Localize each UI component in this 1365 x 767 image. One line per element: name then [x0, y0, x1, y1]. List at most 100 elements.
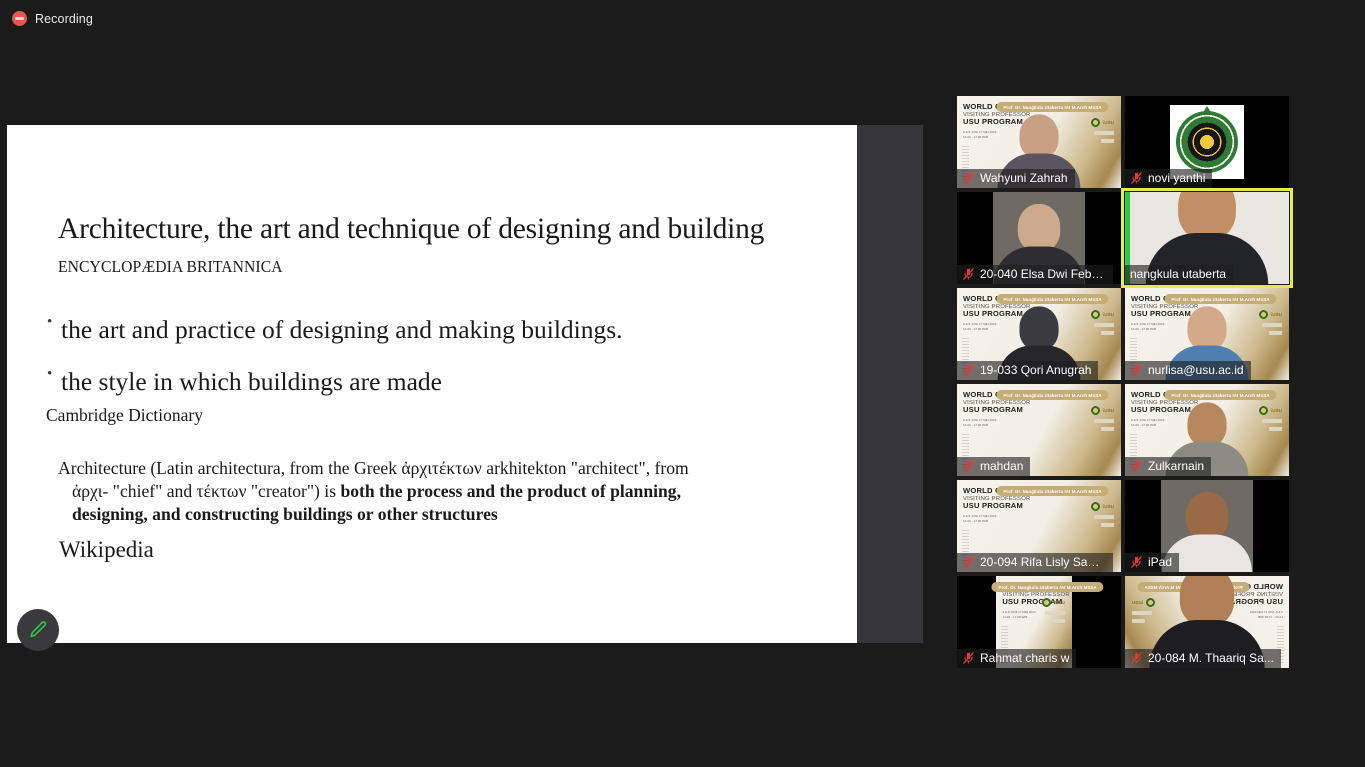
participant-label: novi yanthi [1125, 169, 1213, 188]
paragraph-line-3-bold: designing, and constructing buildings or… [72, 504, 498, 525]
vbg-logos: iUSU [1259, 310, 1282, 335]
vbg-ribbon: Prof. Dr. Nangkula Utaberta IAI M.Arch M… [996, 294, 1109, 304]
participant-tile[interactable]: nangkula utaberta [1121, 188, 1293, 288]
vbg-line-3: USU PROGRAM [963, 405, 1023, 415]
vbg-meta: 3 & 8 JUNI 17 MEI 2022 14.00 - 17.00 WIB [963, 130, 997, 139]
participant-name: novi yanthi [1148, 171, 1206, 185]
vbg-logos: iUSU [1091, 118, 1114, 143]
participant-name: 20-094 Rifa Lisly Santi... [980, 555, 1106, 569]
usu-seal-icon [1091, 502, 1101, 511]
list-item: the style in which buildings are made [47, 367, 847, 395]
vbg-logos: iUSU [1259, 406, 1282, 431]
participant-name: Wahyuni Zahrah [980, 171, 1068, 185]
usu-seal-icon [1091, 406, 1101, 415]
participant-name: 19-033 Qori Anugrah [980, 363, 1092, 377]
participant-tile[interactable]: WORLD CLASS VISITING PROFESSOR USU PROGR… [1125, 576, 1289, 668]
participant-name: nangkula utaberta [1130, 267, 1227, 281]
vbg-ribbon: Prof. Dr. Nangkula Utaberta IAI M.Arch M… [1164, 294, 1277, 304]
participant-label: 20-084 M. Thaariq Sa... [1125, 649, 1281, 668]
participant-name: 20-040 Elsa Dwi Febri... [980, 267, 1106, 281]
slide-source-cambridge: Cambridge Dictionary [46, 405, 203, 425]
mic-muted-icon [1131, 460, 1142, 472]
vbg-logos: iUSU [1091, 502, 1114, 527]
participant-tile[interactable]: 20-040 Elsa Dwi Febri... [957, 192, 1121, 284]
mic-muted-icon [963, 364, 974, 376]
mic-muted-icon [963, 652, 974, 664]
vbg-meta: 3 & 8 JUNI 17 MEI 2022 14.00 - 17.00 WIB [963, 322, 997, 331]
mic-muted-icon [1131, 556, 1142, 568]
participant-tile[interactable]: WORLD CLASS VISITING PROFESSOR USU PROGR… [957, 576, 1121, 668]
participant-name: Zulkarnain [1148, 459, 1205, 473]
participant-tile[interactable]: novi yanthi [1125, 96, 1289, 188]
participant-label: Rahmat charis w [957, 649, 1077, 668]
paragraph-line-3: designing, and constructing buildings or… [58, 503, 836, 526]
recording-indicator[interactable]: Recording [12, 11, 93, 26]
vbg-logos: iUSU [1091, 310, 1114, 335]
usu-seal-icon [1259, 310, 1269, 319]
vbg-ribbon: Prof. Dr. Nangkula Utaberta IAI M.Arch M… [996, 102, 1109, 112]
vbg-meta: 3 & 8 JUNI 17 MEI 2022 14.00 - 17.00 WIB [963, 418, 997, 427]
usu-seal-icon [1091, 118, 1101, 127]
participant-label: nurlisa@usu.ac.id [1125, 361, 1251, 380]
pen-icon [30, 621, 47, 638]
mic-muted-icon [963, 268, 974, 280]
vbg-meta: 3 & 8 JUNI 17 MEI 2022 14.00 - 17.00 WIB [1002, 610, 1036, 619]
participant-label: 20-040 Elsa Dwi Febri... [957, 265, 1113, 284]
annotate-button[interactable] [17, 609, 59, 651]
recording-label: Recording [35, 11, 93, 26]
participant-tile[interactable]: WORLD CLASS VISITING PROFESSOR USU PROGR… [957, 384, 1121, 476]
vbg-logos: iUSU [1041, 598, 1065, 623]
vbg-meta: 3 & 8 JUNI 17 MEI 2022 14.00 - 17.00 WIB [1131, 418, 1165, 427]
participant-label: 19-033 Qori Anugrah [957, 361, 1099, 380]
usu-seal-icon [1259, 406, 1269, 415]
participant-name: nurlisa@usu.ac.id [1148, 363, 1244, 377]
participant-label: Wahyuni Zahrah [957, 169, 1075, 188]
slide-source-wikipedia: Wikipedia [59, 537, 154, 562]
paragraph-line-2-plain: ἀρχι- "chief" and τέκτων "creator") is [72, 481, 341, 502]
usu-seal-icon [1091, 310, 1101, 319]
mic-muted-icon [1131, 364, 1142, 376]
participant-name: mahdan [980, 459, 1024, 473]
participant-label: mahdan [957, 457, 1031, 476]
participant-grid: WORLD CLASS VISITING PROFESSOR USU PROGR… [957, 96, 1293, 668]
mic-muted-icon [963, 460, 974, 472]
mic-muted-icon [1131, 652, 1142, 664]
participant-tile[interactable]: iPad [1125, 480, 1289, 572]
usu-logo-icon [1170, 105, 1244, 179]
participant-name: Rahmat charis w [980, 651, 1070, 665]
mic-muted-icon [963, 172, 974, 184]
vbg-line-3: USU PROGRAM [963, 501, 1023, 511]
slide-source-britannica: ENCYCLOPÆDIA BRITANNICA [58, 257, 283, 276]
slide-paragraph: Architecture (Latin architectura, from t… [58, 457, 836, 526]
participant-label: 20-094 Rifa Lisly Santi... [957, 553, 1113, 572]
paragraph-line-1: Architecture (Latin architectura, from t… [58, 458, 689, 478]
usu-seal-icon [1041, 598, 1051, 607]
vbg-meta: 3 & 8 JUNI 17 MEI 2022 14.00 - 17.00 WIB [1131, 322, 1165, 331]
shared-slide[interactable]: Architecture, the art and technique of d… [7, 125, 857, 643]
paragraph-line-2-bold: both the process and the product of plan… [340, 481, 681, 502]
participant-name: iPad [1148, 555, 1173, 569]
vbg-ribbon: Prof. Dr. Nangkula Utaberta IAI M.Arch M… [1164, 390, 1277, 400]
mic-muted-icon [963, 556, 974, 568]
vbg-logos: iUSU [1091, 406, 1114, 431]
vbg-meta: 3 & 8 JUNI 17 MEI 2022 14.00 - 17.00 WIB [963, 514, 997, 523]
vbg-ribbon: Prof. Dr. Nangkula Utaberta IAI M.Arch M… [991, 582, 1104, 592]
participant-tile[interactable]: WORLD CLASS VISITING PROFESSOR USU PROGR… [1125, 384, 1289, 476]
participant-label: Zulkarnain [1125, 457, 1212, 476]
paragraph-line-2: ἀρχι- "chief" and τέκτων "creator") is b… [58, 480, 836, 503]
list-item: the art and practice of designing and ma… [47, 315, 847, 343]
participant-label: nangkula utaberta [1125, 265, 1234, 284]
participant-name: 20-084 M. Thaariq Sa... [1148, 651, 1274, 665]
record-stop-icon[interactable] [12, 11, 27, 26]
participant-tile[interactable]: WORLD CLASS VISITING PROFESSOR USU PROGR… [957, 288, 1121, 380]
slide-title: Architecture, the art and technique of d… [58, 213, 765, 245]
participant-label: iPad [1125, 553, 1180, 572]
participant-tile[interactable]: WORLD CLASS VISITING PROFESSOR USU PROGR… [957, 480, 1121, 572]
zoom-meeting-window: Recording Architecture, the art and tech… [0, 0, 1365, 767]
vbg-ribbon: Prof. Dr. Nangkula Utaberta IAI M.Arch M… [996, 390, 1109, 400]
vbg-ribbon: Prof. Dr. Nangkula Utaberta IAI M.Arch M… [996, 486, 1109, 496]
mic-muted-icon [1131, 172, 1142, 184]
participant-tile[interactable]: WORLD CLASS VISITING PROFESSOR USU PROGR… [957, 96, 1121, 188]
participant-tile[interactable]: WORLD CLASS VISITING PROFESSOR USU PROGR… [1125, 288, 1289, 380]
status-bar: Recording [0, 0, 1365, 38]
